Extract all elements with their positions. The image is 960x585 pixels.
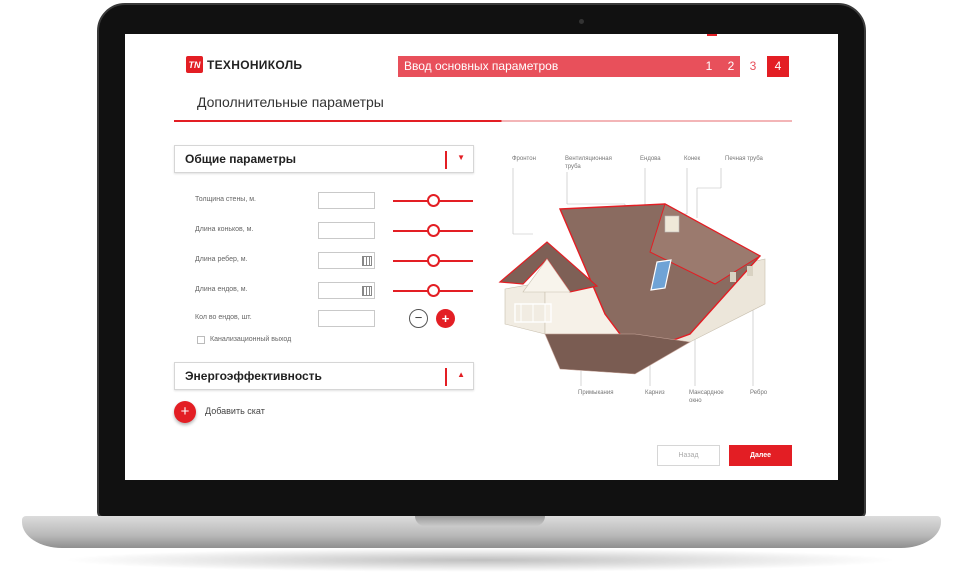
- laptop-mockup: TN ТЕХНОНИКОЛЬ Ввод основных параметров …: [0, 0, 960, 585]
- wall-thickness-input[interactable]: [318, 192, 375, 209]
- add-slope-label[interactable]: Добавить скат: [205, 406, 265, 416]
- dropdown-label: Общие параметры: [185, 152, 297, 166]
- sewer-outlet-checkbox[interactable]: [197, 336, 205, 344]
- camera-icon: [579, 19, 584, 24]
- step-4[interactable]: 4: [767, 56, 789, 77]
- label-konek: Конек: [684, 156, 701, 162]
- valley-length-input[interactable]: [318, 282, 375, 299]
- label-chimney: Печная труба: [725, 156, 763, 162]
- slider-handle[interactable]: [427, 224, 440, 237]
- valley-length-slider[interactable]: [393, 284, 473, 297]
- laptop-opening-notch: [415, 516, 545, 526]
- step-1[interactable]: 1: [698, 56, 720, 77]
- param-label-wall-thickness: Толщина стены, м.: [195, 196, 256, 203]
- decrement-button[interactable]: −: [409, 309, 428, 328]
- back-button[interactable]: Назад: [657, 445, 720, 466]
- dropdown-separator: [445, 368, 447, 386]
- title-divider: [174, 120, 792, 122]
- dropdown-separator: [445, 151, 447, 169]
- step-3[interactable]: 3: [742, 56, 764, 77]
- page-title: Дополнительные параметры: [197, 94, 384, 110]
- rib-length-slider[interactable]: [393, 254, 473, 267]
- slider-handle[interactable]: [427, 194, 440, 207]
- calculator-icon[interactable]: [362, 286, 372, 296]
- rib-length-input[interactable]: [318, 252, 375, 269]
- stepper-current-step: Ввод основных параметров: [398, 56, 740, 77]
- chevron-down-icon[interactable]: ▼: [457, 153, 465, 162]
- logo-icon: TN: [186, 56, 203, 73]
- checkbox-label: Канализационный выход: [210, 336, 292, 343]
- label-abutment: Примыкания: [578, 390, 614, 396]
- house-illustration: [498, 168, 766, 386]
- param-label-valley-length: Длина ендов, м.: [195, 286, 248, 293]
- dropdown-label: Энергоэффективность: [185, 369, 322, 383]
- energy-efficiency-dropdown[interactable]: Энергоэффективность ▲: [174, 362, 474, 390]
- brand-name: ТЕХНОНИКОЛЬ: [207, 57, 303, 72]
- param-label-rib-length: Длина ребер, м.: [195, 256, 248, 263]
- slider-handle[interactable]: [427, 284, 440, 297]
- label-window-2: окно: [689, 398, 702, 404]
- add-slope-button[interactable]: +: [174, 401, 196, 423]
- increment-button[interactable]: +: [436, 309, 455, 328]
- laptop-shadow: [60, 548, 900, 572]
- ridge-length-input[interactable]: [318, 222, 375, 239]
- ridge-length-slider[interactable]: [393, 224, 473, 237]
- label-vent-pipe-1: Вентиляционная: [565, 156, 612, 162]
- label-fronton: Фронтон: [512, 156, 536, 162]
- label-rib: Ребро: [750, 390, 768, 396]
- top-accent-line: [707, 34, 717, 36]
- label-endova: Ендова: [640, 156, 661, 162]
- param-label-ridge-length: Длина коньков, м.: [195, 226, 254, 233]
- general-params-dropdown[interactable]: Общие параметры ▼: [174, 145, 474, 173]
- slider-handle[interactable]: [427, 254, 440, 267]
- next-button[interactable]: Далее: [729, 445, 792, 466]
- valley-count-input[interactable]: [318, 310, 375, 327]
- brand-logo[interactable]: TN ТЕХНОНИКОЛЬ: [186, 56, 302, 73]
- step-2[interactable]: 2: [720, 56, 742, 77]
- calculator-icon[interactable]: [362, 256, 372, 266]
- wall-thickness-slider[interactable]: [393, 194, 473, 207]
- chevron-up-icon[interactable]: ▲: [457, 370, 465, 379]
- app-screen: TN ТЕХНОНИКОЛЬ Ввод основных параметров …: [125, 34, 838, 480]
- param-label-valley-count: Кол во ендов, шт.: [195, 314, 252, 321]
- label-window-1: Мансардное: [689, 390, 724, 396]
- label-eave: Карниз: [645, 390, 665, 396]
